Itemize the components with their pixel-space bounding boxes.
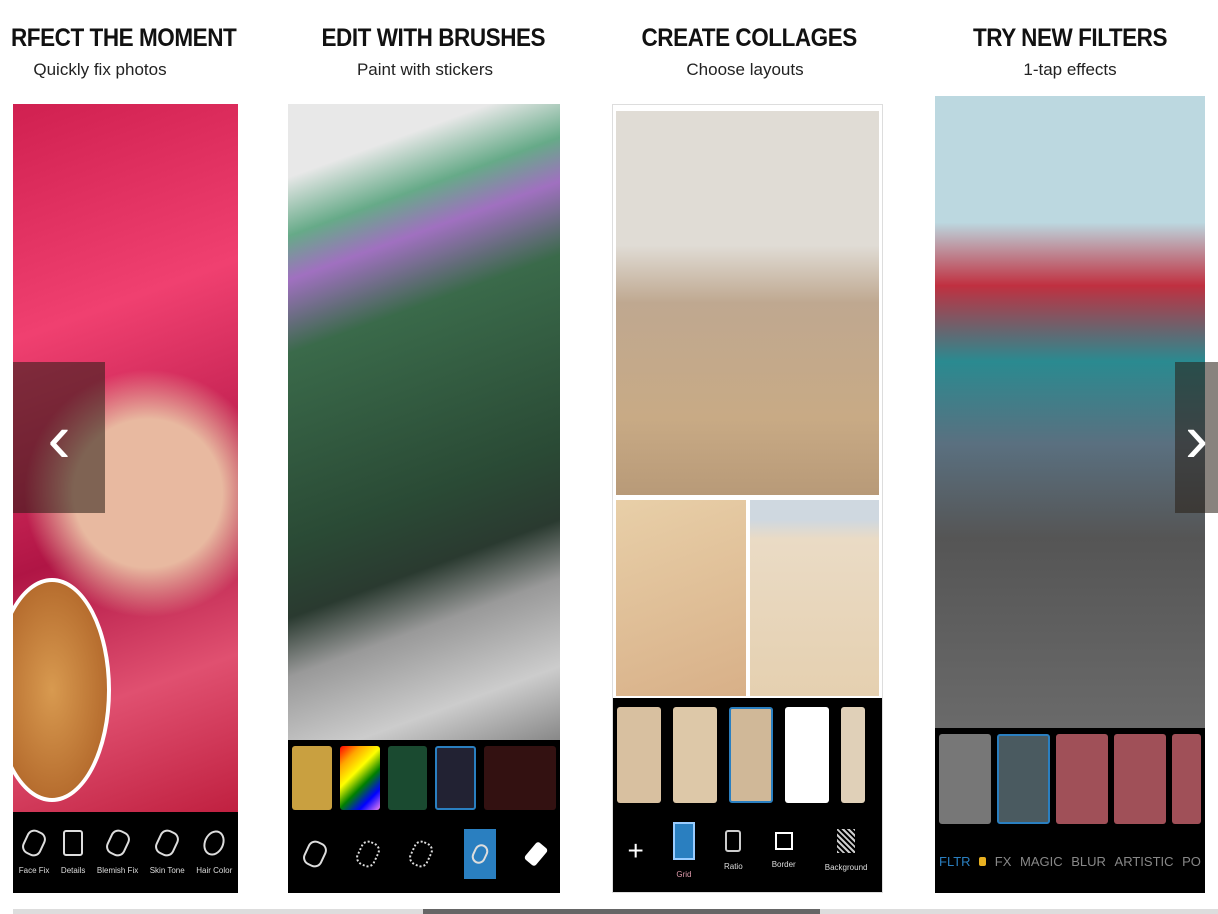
panel-3-title: CREATE COLLAGES [641, 24, 858, 52]
filter-thumb[interactable] [1055, 734, 1108, 824]
photo-brush-painting [288, 104, 560, 740]
filter-thumbnails [935, 728, 1205, 830]
sticker-brush-icon[interactable] [464, 829, 497, 879]
panel-2-title: EDIT WITH BRUSHES [321, 24, 546, 52]
tool-background[interactable]: Background [824, 829, 868, 872]
bandage-icon [102, 826, 133, 860]
tool-label: Hair Color [196, 866, 233, 875]
sticker-thumb[interactable] [339, 745, 380, 810]
tool-label: Ratio [723, 862, 743, 871]
layout-thumb[interactable] [617, 706, 661, 803]
eraser-icon[interactable] [523, 841, 549, 867]
tool-label: Details [60, 866, 86, 875]
background-pattern-icon [837, 829, 856, 853]
face-fix-icon [19, 826, 49, 860]
tab-fx[interactable]: FX [995, 854, 1012, 869]
tool-face-fix[interactable]: Face Fix [18, 826, 50, 875]
horizontal-scrollbar[interactable] [13, 909, 1218, 914]
tool-label: Background [824, 863, 868, 872]
brush-icon[interactable] [300, 837, 330, 871]
tab-fltr[interactable]: FLTR [939, 854, 971, 869]
panel-3-subtitle: Choose layouts [686, 60, 804, 79]
filter-thumb[interactable] [1172, 734, 1202, 824]
ratio-icon [725, 830, 742, 852]
tool-label: Grid [676, 870, 692, 879]
chevron-right-icon: › [1184, 398, 1209, 477]
retouch-toolbar: Face Fix Details Blemish Fix Skin Tone H… [13, 812, 238, 893]
add-button[interactable]: + [628, 835, 644, 867]
filter-thumb[interactable] [1113, 734, 1166, 824]
photo-filtered-couple [935, 96, 1205, 728]
tab-blur[interactable]: BLUR [1071, 854, 1106, 869]
tab-pop[interactable]: PO [1182, 854, 1201, 869]
sticker-thumb[interactable] [387, 745, 428, 810]
sticker-thumb[interactable] [292, 745, 332, 810]
grid-icon [672, 822, 695, 860]
layout-thumb[interactable] [841, 706, 865, 803]
filter-thumb[interactable] [997, 734, 1050, 824]
layout-thumbnails [613, 698, 882, 811]
brush-sparkle-icon[interactable] [406, 837, 436, 871]
panel-1-subtitle: Quickly fix photos [33, 60, 167, 79]
tool-label: Blemish Fix [96, 866, 139, 875]
collage-photo-left [616, 500, 746, 696]
screenshot-filters[interactable]: FLTR FX MAGIC BLUR ARTISTIC PO [935, 96, 1205, 893]
screenshot-brushes[interactable] [288, 104, 560, 893]
collage-toolbar: + Grid Ratio Border Background [613, 809, 882, 892]
sticker-thumb[interactable] [483, 745, 556, 810]
layout-thumb[interactable] [673, 706, 717, 803]
tool-blemish-fix[interactable]: Blemish Fix [96, 826, 139, 875]
layout-thumb[interactable] [729, 706, 773, 803]
tool-label: Face Fix [18, 866, 50, 875]
tab-magic[interactable]: MAGIC [1020, 854, 1063, 869]
tool-label: Border [771, 860, 796, 869]
screenshot-collage[interactable]: + Grid Ratio Border Background [612, 104, 883, 893]
tool-border[interactable]: Border [772, 832, 796, 869]
tool-grid[interactable]: Grid [672, 822, 695, 879]
panel-4-subtitle: 1-tap effects [1023, 60, 1117, 79]
scrollbar-thumb[interactable] [422, 909, 821, 914]
previous-button[interactable]: ‹ [13, 362, 105, 513]
tool-label: Skin Tone [149, 866, 185, 875]
next-button[interactable]: › [1175, 362, 1218, 513]
tool-details[interactable]: Details [61, 830, 85, 875]
brush-toolbar [288, 815, 560, 893]
tab-artistic[interactable]: ARTISTIC [1115, 854, 1174, 869]
sticker-thumb[interactable] [435, 745, 476, 810]
tool-skin-tone[interactable]: Skin Tone [149, 826, 185, 875]
collage-photo-right [750, 500, 879, 696]
tool-ratio[interactable]: Ratio [724, 830, 743, 871]
layout-thumb[interactable] [785, 706, 829, 803]
border-icon [774, 832, 793, 850]
premium-crown-icon [979, 857, 987, 866]
panel-2-subtitle: Paint with stickers [356, 60, 494, 79]
diamond-icon [63, 830, 84, 856]
brush-dots-icon[interactable] [353, 837, 383, 871]
hair-icon [199, 826, 229, 860]
sticker-thumbnails [288, 740, 560, 815]
tool-hair-color[interactable]: Hair Color [196, 826, 233, 875]
filter-category-tabs: FLTR FX MAGIC BLUR ARTISTIC PO [935, 830, 1205, 893]
panel-4-title: TRY NEW FILTERS [972, 24, 1168, 52]
skin-tone-icon [152, 826, 182, 860]
collage-photo-top [616, 111, 879, 495]
filter-thumb[interactable] [939, 734, 992, 824]
panel-1-title: RFECT THE MOMENT [11, 24, 237, 52]
chevron-left-icon: ‹ [47, 398, 71, 477]
